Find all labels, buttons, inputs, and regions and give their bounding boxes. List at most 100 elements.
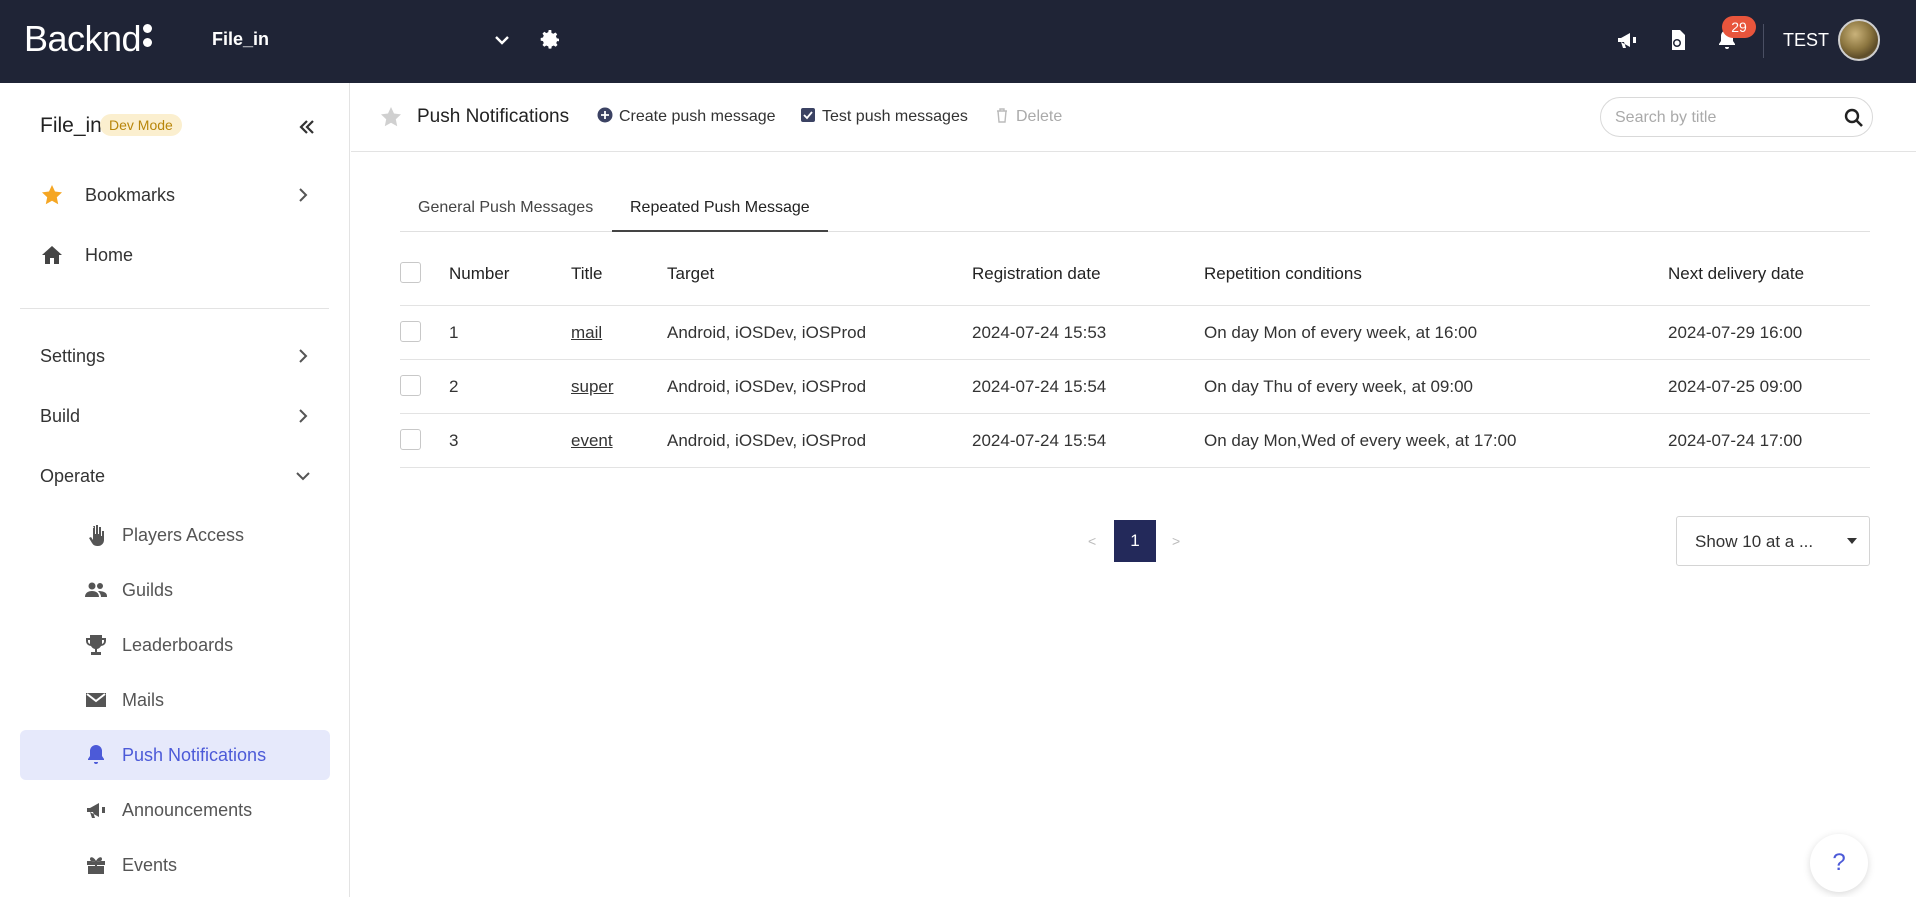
sidebar-section-settings[interactable]: Settings [20,331,330,381]
row-checkbox[interactable] [400,375,421,396]
notification-count-badge: 29 [1722,16,1756,38]
sidebar-section-label: Build [40,406,81,426]
search-icon[interactable] [1844,108,1864,128]
tab-general-push-messages[interactable]: General Push Messages [418,187,593,232]
sidebar-section-label: Settings [40,346,106,366]
sidebar-item-label: Events [122,855,178,875]
cell-repetition-conditions: On day Mon of every week, at 16:00 [1204,323,1478,342]
sidebar-item-leaderboards[interactable]: Leaderboards [20,620,330,670]
tab-repeated-push-message[interactable]: Repeated Push Message [612,187,828,232]
sidebar-project-name: File_in [40,114,102,137]
tab-bar: General Push Messages Repeated Push Mess… [400,187,1870,232]
chevron-right-icon [299,349,308,363]
cell-title-link[interactable]: super [571,377,614,396]
sidebar-item-label: Push Notifications [122,745,267,765]
cell-next-delivery-date: 2024-07-25 09:00 [1668,377,1803,396]
select-all-checkbox[interactable] [400,262,421,283]
create-push-message-label: Create push message [619,108,776,125]
column-header-number[interactable]: Number [449,264,509,284]
table-row[interactable]: 1 mail Android, iOSDev, iOSProd 2024-07-… [400,306,1870,360]
chevron-right-icon [299,409,308,423]
pagination-page-1[interactable]: 1 [1114,520,1156,562]
top-bar: Backnd File_in 29 TEST [0,0,1916,83]
pagination-prev-button[interactable]: < [1088,533,1096,549]
cell-title-link[interactable]: event [571,431,613,450]
cell-target: Android, iOSDev, iOSProd [667,431,867,450]
sidebar-item-label: Bookmarks [85,185,176,205]
chevron-down-icon [296,472,310,481]
cell-title-link[interactable]: mail [571,323,602,342]
checkbox-checked-icon [801,108,815,122]
search-input[interactable] [1615,107,1835,129]
page-size-select[interactable]: Show 10 at a ... [1676,516,1870,566]
caret-down-icon [1847,538,1857,544]
cell-repetition-conditions: On day Thu of every week, at 09:00 [1204,377,1474,396]
column-header-registration-date[interactable]: Registration date [972,264,1101,284]
sidebar-item-home[interactable]: Home [20,230,330,280]
topbar-divider [1763,24,1764,58]
document-coin-icon[interactable] [1666,28,1690,52]
cell-number: 2 [449,377,459,396]
row-checkbox[interactable] [400,321,421,342]
sidebar-item-players-access[interactable]: Players Access [20,510,330,560]
chevron-down-icon[interactable] [492,30,512,50]
column-header-title[interactable]: Title [571,264,603,284]
cell-number: 1 [449,323,459,342]
search-box [1600,97,1873,137]
megaphone-icon [87,803,105,818]
collapse-sidebar-icon[interactable] [296,116,318,138]
sidebar-item-push-notifications[interactable]: Push Notifications [20,730,330,780]
sidebar-item-guilds[interactable]: Guilds [20,565,330,615]
column-header-repetition-conditions[interactable]: Repetition conditions [1204,264,1362,284]
sidebar-section-operate[interactable]: Operate [20,451,330,501]
sidebar-item-bookmarks[interactable]: Bookmarks [20,170,330,220]
column-header-next-delivery-date[interactable]: Next delivery date [1668,264,1804,284]
users-icon [85,582,107,597]
sidebar-item-mails[interactable]: Mails [20,675,330,725]
test-push-messages-button[interactable]: Test push messages [800,107,968,126]
project-selector[interactable]: File_in [212,29,269,50]
cell-next-delivery-date: 2024-07-29 16:00 [1668,323,1803,342]
sidebar-section-build[interactable]: Build [20,391,330,441]
gear-icon[interactable] [538,28,562,52]
sidebar-item-label: Leaderboards [122,635,234,655]
cell-number: 3 [449,431,459,450]
sidebar-item-announcements[interactable]: Announcements [20,785,330,835]
sidebar-item-label: Players Access [122,525,245,545]
page-size-value: Show 10 at a ... [1695,532,1814,551]
sidebar-item-label: Mails [122,690,165,710]
table-header-row: Number Title Target Registration date Re… [400,249,1870,306]
sidebar-item-label: Announcements [122,800,253,820]
page-title: Push Notifications [417,106,570,127]
trash-icon [997,108,1007,123]
cell-registration-date: 2024-07-24 15:53 [972,323,1107,342]
pagination-next-button[interactable]: > [1172,533,1180,549]
cell-registration-date: 2024-07-24 15:54 [972,377,1107,396]
gift-icon [87,857,105,874]
cell-target: Android, iOSDev, iOSProd [667,323,867,342]
bell-icon [88,745,104,764]
star-icon [42,185,62,205]
page-header: Push Notifications Create push message T… [351,83,1916,152]
row-checkbox[interactable] [400,429,421,450]
sidebar-item-events[interactable]: Events [20,840,330,890]
delete-label: Delete [1016,108,1063,125]
avatar[interactable] [1838,19,1880,61]
logo-dots [143,24,153,52]
user-name[interactable]: TEST [1783,30,1829,51]
dev-mode-badge: Dev Mode [100,114,182,136]
table-row[interactable]: 3 event Android, iOSDev, iOSProd 2024-07… [400,414,1870,468]
help-button[interactable]: ? [1810,834,1868,892]
megaphone-icon[interactable] [1615,28,1639,52]
sidebar-divider [20,308,329,309]
envelope-icon [86,693,106,707]
table-row[interactable]: 2 super Android, iOSDev, iOSProd 2024-07… [400,360,1870,414]
cell-next-delivery-date: 2024-07-24 17:00 [1668,431,1803,450]
cell-registration-date: 2024-07-24 15:54 [972,431,1107,450]
delete-button[interactable]: Delete [994,107,1062,126]
test-push-messages-label: Test push messages [822,108,968,125]
column-header-target[interactable]: Target [667,264,714,284]
bookmark-star-icon[interactable] [379,105,403,129]
create-push-message-button[interactable]: Create push message [597,107,776,126]
app-logo[interactable]: Backnd [24,18,153,60]
